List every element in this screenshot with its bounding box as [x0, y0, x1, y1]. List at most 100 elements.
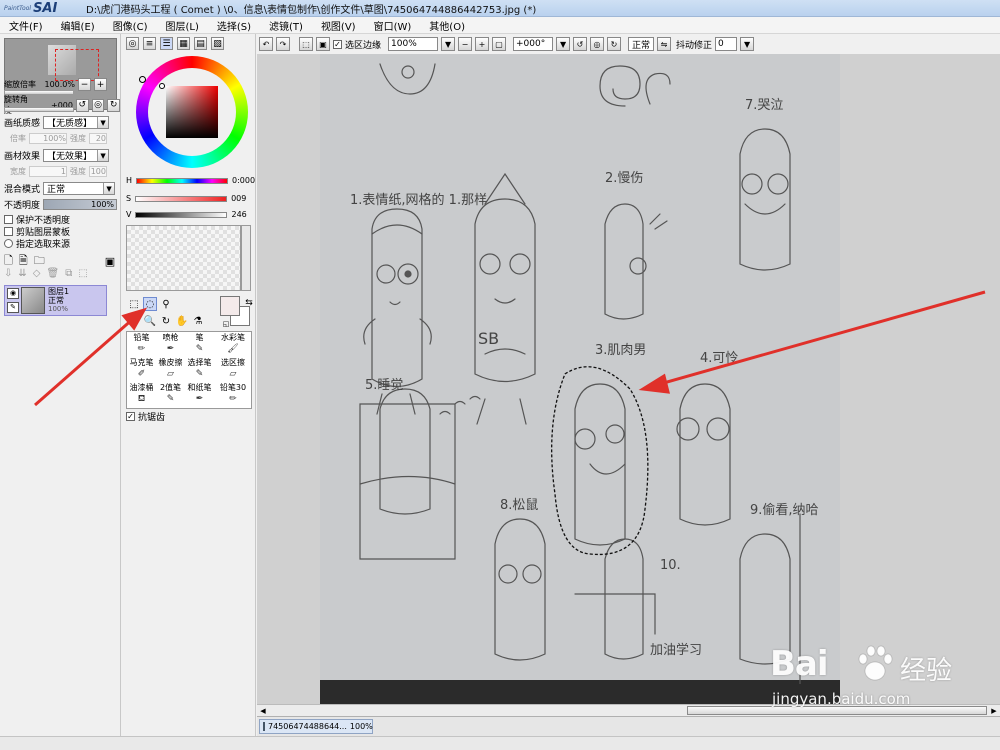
zoom-out-icon[interactable]: − [458, 37, 473, 51]
saturation-slider[interactable] [135, 195, 228, 202]
menu-window[interactable]: 窗口(W) [365, 18, 421, 33]
scroll-left-icon[interactable]: ◀ [258, 706, 268, 715]
brush-pen[interactable]: 笔 ✎ [185, 332, 214, 357]
clipping-checkbox[interactable] [4, 227, 13, 236]
menu-other[interactable]: 其他(O) [420, 18, 474, 33]
hue-slider[interactable] [136, 177, 229, 184]
navigator-viewport-rect[interactable] [55, 49, 99, 81]
hue-picker-handle[interactable] [139, 76, 146, 83]
brush-pencil[interactable]: 铅笔 ✏ [127, 332, 156, 357]
deselect-icon[interactable]: ⬚ [299, 37, 313, 51]
zoom-fit-icon[interactable]: ▢ [492, 37, 507, 51]
blend-dropdown[interactable]: 正常 ▼ [43, 182, 116, 195]
zoom-out-button[interactable]: − [78, 78, 91, 91]
brush-select-pen[interactable]: 选择笔 ✎ [185, 357, 214, 382]
swatch-palette[interactable] [126, 225, 241, 291]
invert-selection-icon[interactable]: ▣ [316, 37, 330, 51]
rotate-ccw-button[interactable]: ↺ [75, 98, 89, 112]
brush-watercolor[interactable]: 水彩笔 🖌 [214, 332, 252, 357]
brush-pencil30[interactable]: 铅笔30 ✏ [214, 382, 252, 407]
brush-select-eraser[interactable]: 选区擦 ▱ [214, 357, 252, 382]
zoom-field[interactable]: 100% [388, 37, 439, 51]
color-wheel-tab-icon[interactable]: ◎ [126, 37, 139, 50]
window-title: D:\虎门港码头工程 ( Comet ) \0、信息\表情包制作\创作文件\草图… [86, 4, 537, 16]
protect-opacity-checkbox[interactable] [4, 215, 13, 224]
layer-item[interactable]: ◉ ✎ 图层1 正常 100% [4, 285, 107, 316]
brush-bucket[interactable]: 油漆桶 ⛾ [127, 382, 156, 407]
merge-down-icon[interactable]: ⇊ [18, 268, 26, 279]
hsv-slider-tab-icon[interactable]: ☰ [160, 37, 173, 50]
brush-binary-pen[interactable]: 2值笔 ✎ [156, 382, 185, 407]
swatch-scrollbar[interactable] [241, 225, 251, 291]
rotate-slider[interactable] [4, 107, 74, 112]
menu-filter[interactable]: 滤镜(T) [260, 18, 312, 33]
menu-layer[interactable]: 图层(L) [156, 18, 207, 33]
menu-view[interactable]: 视图(V) [312, 18, 365, 33]
zoom-in-icon[interactable]: + [475, 37, 490, 51]
rect-select-icon[interactable]: ⬚ [127, 297, 141, 311]
lasso-icon[interactable]: ◌ [143, 297, 157, 311]
clear-layer-icon[interactable]: ◇ [33, 268, 41, 279]
value-slider[interactable] [135, 211, 228, 218]
chevron-down-icon[interactable]: ▼ [441, 37, 456, 51]
layer-mask-icon[interactable]: ▣ [105, 255, 115, 268]
swap-colors-icon[interactable]: ⇆ [242, 296, 256, 310]
brush-eraser[interactable]: 橡皮擦 ▱ [156, 357, 185, 382]
chevron-down-icon[interactable]: ▼ [556, 37, 571, 51]
brush-airbrush[interactable]: 喷枪 ✒ [156, 332, 185, 357]
paper-effect-dropdown[interactable]: 【无效果】 ▼ [43, 149, 110, 162]
opacity-slider[interactable]: 100% [43, 199, 118, 210]
stabilizer-value[interactable]: 0 [715, 37, 738, 51]
flatten-icon[interactable]: ⬚ [78, 268, 87, 279]
swatch-tab-icon[interactable]: ▤ [194, 37, 207, 50]
undo-icon[interactable]: ↶ [259, 37, 273, 51]
title-bar: PaintTool SAI D:\虎门港码头工程 ( Comet ) \0、信息… [0, 0, 1000, 17]
redo-icon[interactable]: ↷ [276, 37, 290, 51]
menu-image[interactable]: 图像(C) [104, 18, 157, 33]
layer-toolbar-bottom: ⇩ ⇊ ◇ 🗑 ⧉ ⬚ [4, 268, 88, 279]
brush-marker[interactable]: 马克笔 ✐ [127, 357, 156, 382]
sv-picker-handle[interactable] [159, 83, 165, 89]
transfer-down-icon[interactable]: ⇩ [4, 268, 12, 279]
menu-select[interactable]: 选择(S) [208, 18, 260, 33]
zoom-in-button[interactable]: + [94, 78, 107, 91]
zoom-tool-icon[interactable]: 🔍 [143, 314, 157, 328]
antialias-row[interactable]: ✓ 抗锯齿 [126, 410, 165, 423]
selection-source-radio[interactable] [4, 239, 13, 248]
eye-icon[interactable]: ◉ [7, 288, 19, 299]
paper-texture-dropdown[interactable]: 【无质感】 ▼ [43, 116, 110, 129]
menu-file[interactable]: 文件(F) [0, 18, 52, 33]
flip-view-icon[interactable]: ⇋ [657, 37, 672, 51]
scroll-right-icon[interactable]: ▶ [989, 706, 999, 715]
delete-layer-icon[interactable]: 🗑 [46, 268, 59, 279]
selection-source-row[interactable]: 指定选取来源 [4, 237, 70, 250]
rotate-tool-icon[interactable]: ↻ [159, 314, 173, 328]
saturation-value-square[interactable] [166, 86, 218, 138]
pen-lock-icon[interactable]: ✎ [7, 302, 19, 313]
rgb-slider-tab-icon[interactable]: ≡ [143, 37, 156, 50]
rotate-cw-icon[interactable]: ↻ [607, 37, 622, 51]
eyedropper-icon[interactable]: ⚗ [191, 314, 205, 328]
rotate-ccw-icon[interactable]: ↺ [573, 37, 588, 51]
zoom-value[interactable]: 100.0% [39, 80, 75, 89]
rotate-cw-button[interactable]: ↻ [107, 98, 120, 112]
brush-washi-pen[interactable]: 和纸笔 ✒ [185, 382, 214, 407]
view-mode-field[interactable]: 正常 [628, 37, 655, 51]
scratchpad-tab-icon[interactable]: ▧ [211, 37, 224, 50]
selection-edge-checkbox[interactable]: ✓ [333, 39, 342, 49]
hand-icon[interactable]: ✋ [175, 314, 189, 328]
document-tab[interactable]: 74506474488644... 100% [259, 719, 373, 734]
rotation-field[interactable]: +000° [513, 37, 554, 51]
mixer-tab-icon[interactable]: ▦ [177, 37, 190, 50]
reset-colors-icon[interactable]: ◱ [219, 317, 233, 331]
rotate-reset-button[interactable]: ◎ [91, 98, 105, 112]
move-icon[interactable]: ✥ [127, 314, 141, 328]
antialias-checkbox[interactable]: ✓ [126, 412, 135, 421]
color-wheel[interactable] [136, 56, 248, 168]
menu-edit[interactable]: 编辑(E) [52, 18, 104, 33]
merge-visible-icon[interactable]: ⧉ [65, 268, 72, 279]
chevron-down-icon[interactable]: ▼ [740, 37, 755, 51]
rotate-reset-icon[interactable]: ◎ [590, 37, 605, 51]
magic-wand-icon[interactable]: ⚲ [159, 297, 173, 311]
foreground-color-swatch[interactable] [220, 296, 240, 316]
